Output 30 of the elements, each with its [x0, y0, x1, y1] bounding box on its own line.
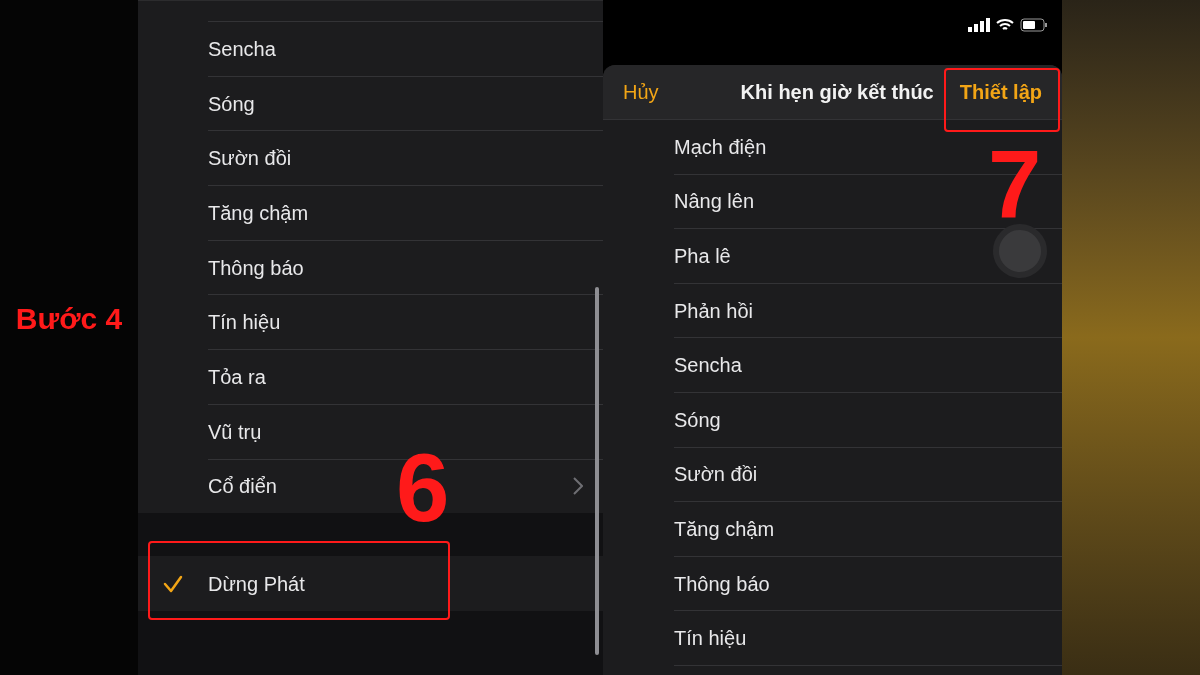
tone-item[interactable]: Tỏa ra: [208, 361, 266, 392]
stop-playing-option[interactable]: Dừng Phát: [138, 556, 603, 612]
tone-item[interactable]: Tăng chậm: [208, 197, 309, 228]
tone-item[interactable]: Tín hiệu: [208, 307, 281, 338]
tone-item[interactable]: Nâng lên: [674, 186, 755, 217]
step-number: 7: [988, 150, 1042, 220]
tone-item[interactable]: Sườn đồi: [208, 143, 292, 174]
step-number: 6: [396, 440, 450, 536]
tone-item[interactable]: Tín hiệu: [674, 623, 747, 654]
tone-item[interactable]: Sóng: [674, 404, 721, 435]
tone-item[interactable]: Thông báo: [208, 252, 304, 283]
signal-icon: [968, 18, 990, 32]
set-button[interactable]: Thiết lập: [959, 77, 1042, 107]
cancel-button[interactable]: Hủy: [623, 77, 659, 107]
sheet-title: Khi hẹn giờ kết thúc: [740, 80, 934, 105]
wifi-icon: [996, 18, 1014, 32]
step-label: Bước 4: [15, 301, 123, 337]
tone-item[interactable]: Cổ điển: [208, 471, 277, 502]
chevron-icon: [573, 477, 583, 496]
tone-item[interactable]: Thông báo: [674, 568, 770, 599]
tone-item[interactable]: Mạch điện: [674, 131, 767, 162]
battery-icon: [1020, 18, 1048, 32]
tone-item[interactable]: Sườn đồi: [674, 459, 758, 490]
tone-item[interactable]: Pha lê: [674, 241, 731, 271]
tone-item[interactable]: Sóng: [208, 88, 255, 119]
tone-item[interactable]: Sencha: [674, 350, 742, 381]
tone-item[interactable]: Tăng chậm: [674, 513, 775, 544]
tone-item[interactable]: Phản hồi: [674, 295, 753, 326]
tone-item[interactable]: Sencha: [208, 33, 276, 64]
tone-item[interactable]: Vũ trụ: [208, 416, 262, 447]
